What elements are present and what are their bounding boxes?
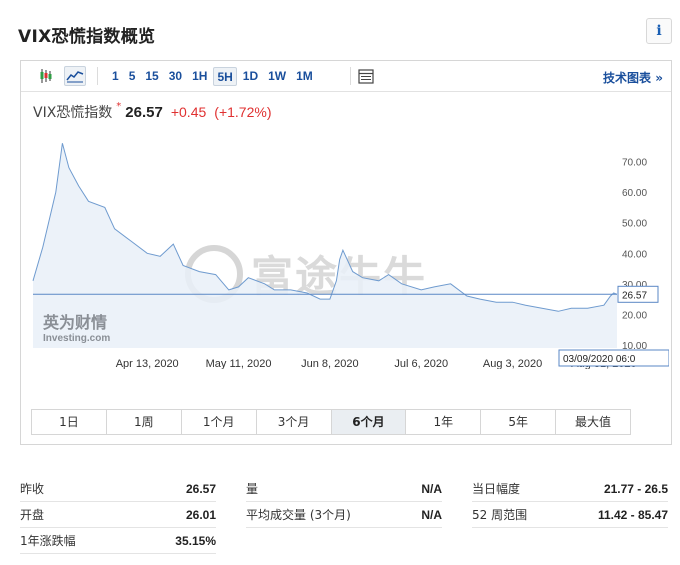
time-range-tabs: 1日 1周 1个月 3个月 6个月 1年 5年 最大值 — [31, 409, 631, 435]
y-tick-label: 70.00 — [622, 158, 647, 169]
interval-1d-button[interactable]: 1D — [239, 67, 262, 86]
investing-logo-text: 英为财情 — [42, 313, 107, 332]
price-area — [33, 143, 617, 348]
stat-row: 当日幅度 21.77 - 26.5 — [472, 476, 668, 502]
instrument-name: VIX恐慌指数 — [33, 105, 113, 121]
stat-row: 平均成交量 (3个月) N/A — [246, 502, 442, 528]
last-price: 26.57 — [125, 104, 163, 121]
info-icon[interactable]: i — [646, 18, 672, 44]
stat-label: 昨收 — [20, 482, 45, 496]
stat-row: 昨收 26.57 — [20, 476, 216, 502]
stat-value: 26.57 — [185, 481, 216, 496]
y-tick-label: 20.00 — [622, 310, 647, 321]
stat-value: 35.15% — [175, 533, 216, 548]
delayed-star-icon: * — [116, 101, 122, 112]
quote-header: VIX恐慌指数 * 26.57 +0.45 (+1.72%) — [33, 101, 279, 124]
range-tab-4[interactable]: 6个月 — [331, 410, 407, 434]
table-icon[interactable] — [355, 66, 377, 86]
x-tick-label: May 11, 2020 — [206, 358, 272, 369]
stat-value: N/A — [421, 481, 442, 496]
tech-chart-link[interactable]: 技术图表 » — [603, 69, 663, 86]
toolbar-divider — [350, 67, 351, 85]
stat-row: 开盘 26.01 — [20, 502, 216, 528]
y-tick-label: 40.00 — [622, 249, 647, 260]
stat-label: 52 周范围 — [472, 508, 528, 522]
price-change: +0.45 — [170, 104, 207, 120]
stat-label: 1年涨跌幅 — [20, 534, 76, 548]
range-tab-2[interactable]: 1个月 — [181, 410, 257, 434]
interval-30-button[interactable]: 30 — [165, 67, 186, 86]
stat-row: 52 周范围 11.42 - 85.47 — [472, 502, 668, 528]
chart-toolbar: 1 5 15 30 1H 5H 1D 1W 1M 技术图表 » — [21, 61, 671, 92]
interval-5-button[interactable]: 5 — [125, 67, 140, 86]
x-tick-label: Jul 6, 2020 — [394, 358, 448, 369]
x-tick-label: Jun 8, 2020 — [301, 358, 359, 369]
y-tick-label: 50.00 — [622, 219, 647, 230]
line-chart-icon[interactable] — [64, 66, 86, 86]
interval-5h-button[interactable]: 5H — [213, 67, 237, 86]
range-tab-1[interactable]: 1周 — [106, 410, 182, 434]
stat-row: 1年涨跌幅 35.15% — [20, 528, 216, 554]
stats-col-3: 当日幅度 21.77 - 26.5 52 周范围 11.42 - 85.47 — [472, 476, 668, 528]
interval-1m-button[interactable]: 1M — [292, 67, 317, 86]
price-change-percent: (+1.72%) — [214, 104, 272, 120]
stat-row: 量 N/A — [246, 476, 442, 502]
vix-chart[interactable]: 富途牛牛10.0020.0030.0040.0050.0060.0070.002… — [29, 129, 669, 369]
range-tab-0[interactable]: 1日 — [32, 410, 107, 434]
crosshair-date-label: 03/09/2020 06:0 — [563, 354, 636, 365]
y-tick-label: 60.00 — [622, 188, 647, 199]
x-tick-label: Apr 13, 2020 — [116, 358, 179, 369]
investing-logo-sub: Investing.com — [43, 333, 110, 344]
stat-label: 当日幅度 — [472, 482, 521, 496]
stats-col-2: 量 N/A 平均成交量 (3个月) N/A — [246, 476, 442, 528]
interval-selector: 1 5 15 30 1H 5H 1D 1W 1M — [108, 67, 319, 87]
stat-value: 21.77 - 26.5 — [603, 481, 668, 496]
interval-1-button[interactable]: 1 — [108, 67, 123, 86]
candlestick-icon[interactable] — [35, 66, 57, 86]
stat-label: 量 — [246, 482, 259, 496]
chart-panel: 1 5 15 30 1H 5H 1D 1W 1M 技术图表 » VIX恐慌指数 * 26.57 … — [20, 60, 672, 445]
toolbar-divider — [97, 67, 98, 85]
interval-1h-button[interactable]: 1H — [188, 67, 211, 86]
interval-15-button[interactable]: 15 — [141, 67, 162, 86]
last-price-label: 26.57 — [622, 290, 647, 301]
range-tab-6[interactable]: 5年 — [481, 410, 557, 434]
stats-col-1: 昨收 26.57 开盘 26.01 1年涨跌幅 35.15% — [20, 476, 216, 554]
page-title: VIX恐慌指数概览 — [18, 27, 156, 47]
range-tab-3[interactable]: 3个月 — [256, 410, 332, 434]
range-tab-7[interactable]: 最大值 — [556, 410, 630, 434]
double-chevron-right-icon: » — [655, 71, 663, 85]
stat-value: 11.42 - 85.47 — [597, 507, 668, 522]
x-tick-label: Aug 3, 2020 — [483, 358, 542, 369]
range-tab-5[interactable]: 1年 — [406, 410, 482, 434]
stat-label: 开盘 — [20, 508, 45, 522]
stat-label: 平均成交量 (3个月) — [246, 508, 351, 522]
stat-value: N/A — [421, 507, 442, 522]
stat-value: 26.01 — [185, 507, 216, 522]
interval-1w-button[interactable]: 1W — [264, 67, 290, 86]
tech-chart-label: 技术图表 — [603, 71, 652, 85]
